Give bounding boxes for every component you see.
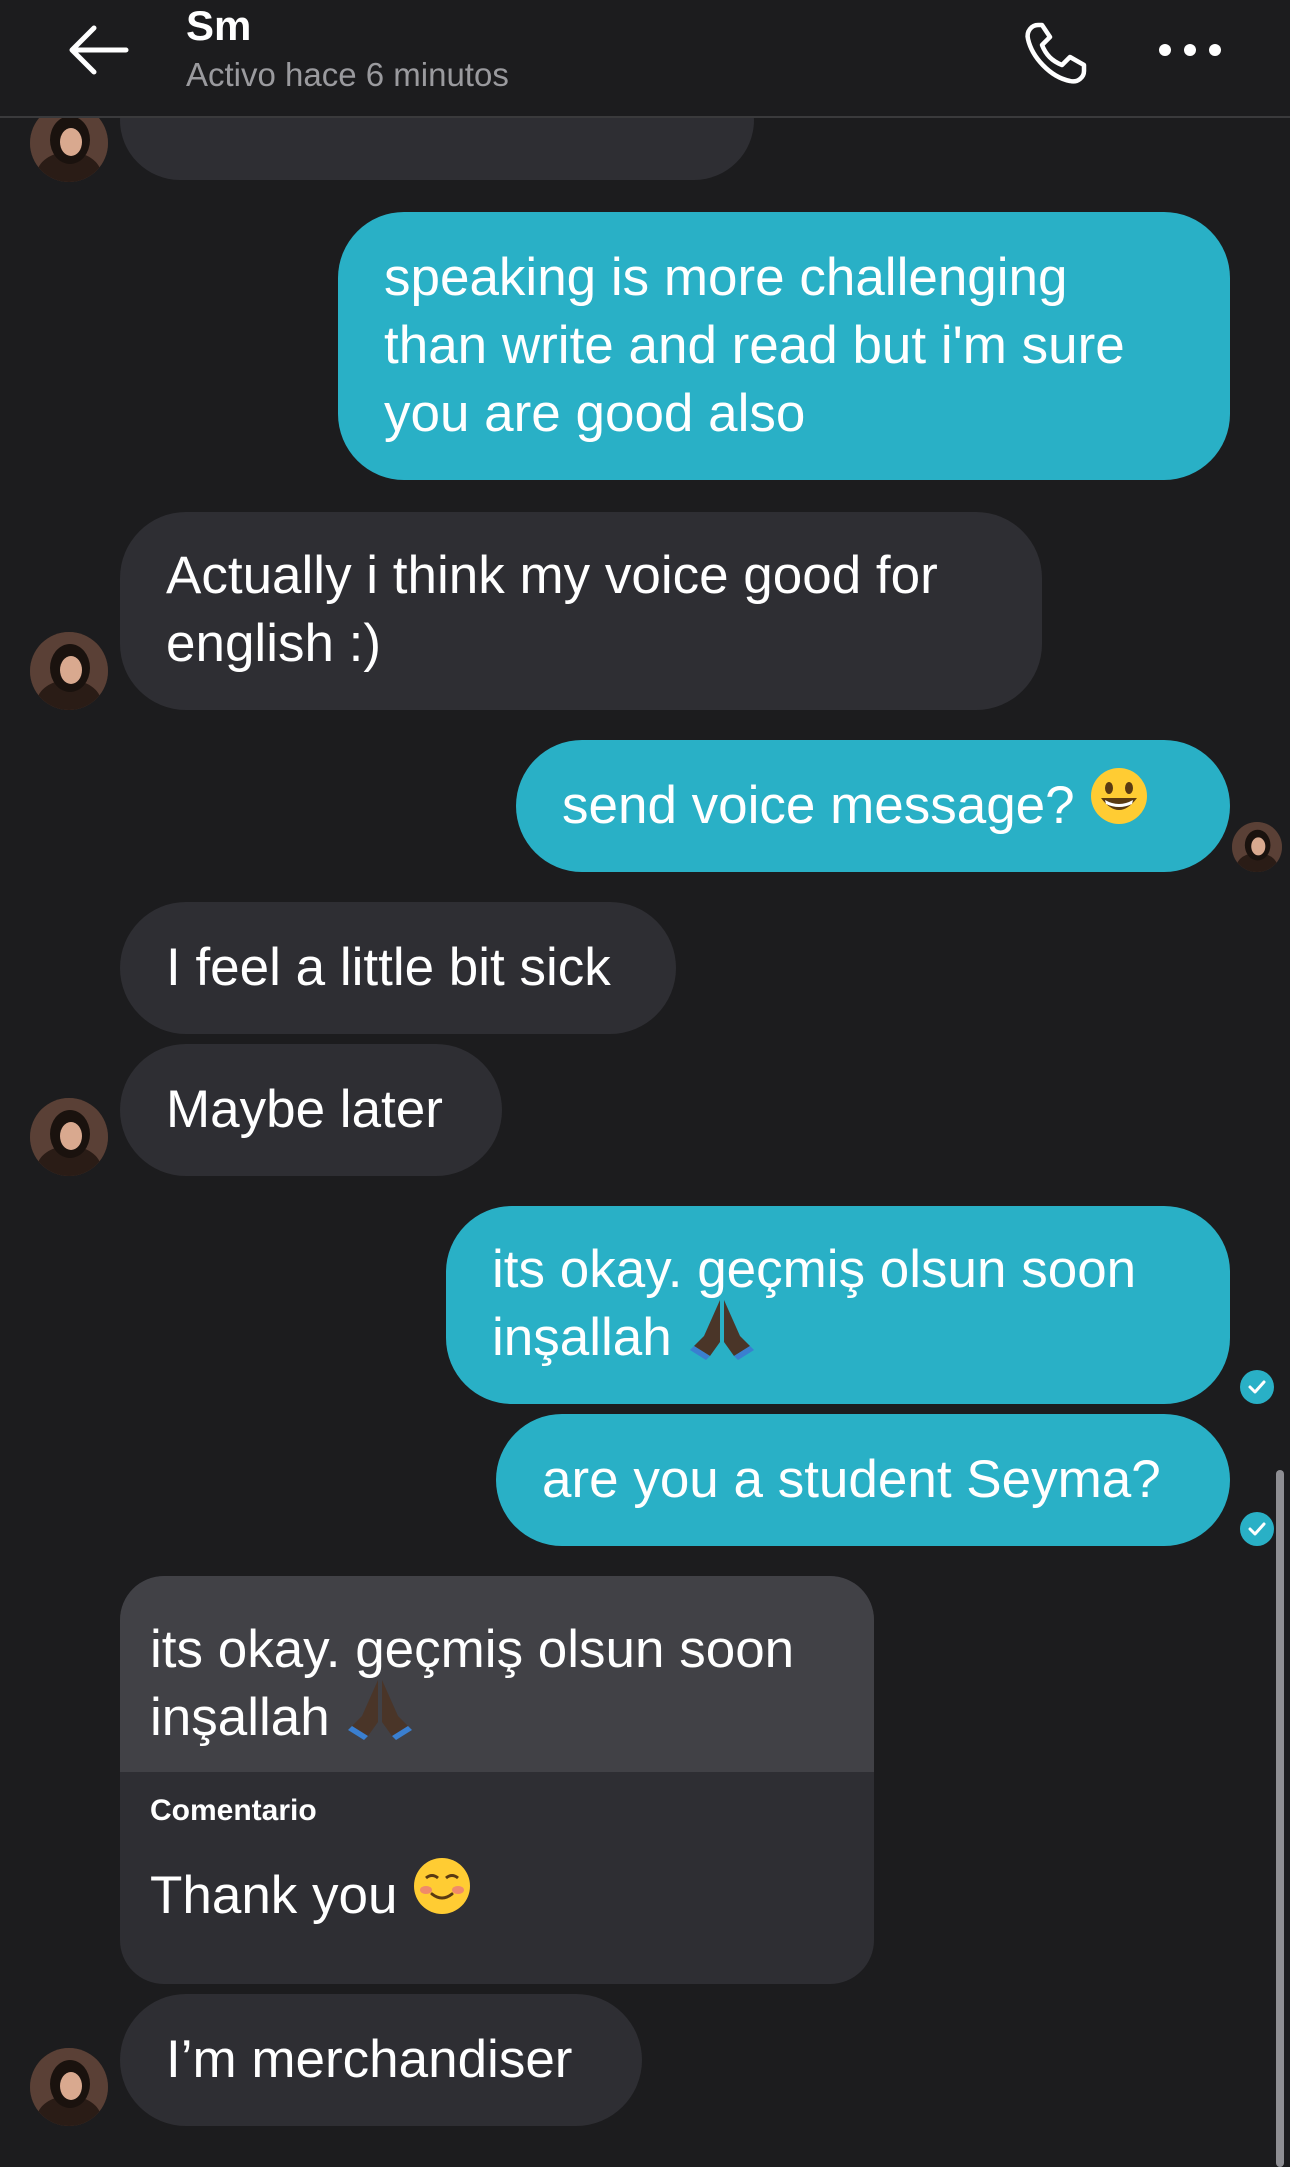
message-bubble-incoming[interactable]: I feel a little bit sick	[120, 902, 676, 1034]
message-bubble-outgoing[interactable]: its okay. geçmiş olsun soon inşallah	[446, 1206, 1230, 1404]
message-line: inşallah	[492, 1299, 1184, 1377]
call-button[interactable]	[1010, 14, 1100, 94]
message-text: are you a student Seyma?	[542, 1450, 1161, 1509]
arrow-left-icon	[69, 25, 129, 75]
folded-hands-icon	[686, 1296, 758, 1377]
message-line: than write and read but i'm sure	[384, 316, 1125, 375]
read-receipt-avatar	[1232, 822, 1282, 872]
smiling-face-icon	[412, 1856, 472, 1933]
message-bubble-outgoing[interactable]: speaking is more challenging than write …	[338, 212, 1230, 480]
avatar[interactable]	[30, 2048, 108, 2126]
check-circle-icon	[1240, 1370, 1274, 1404]
message-line: Actually i think my voice good for	[166, 546, 938, 605]
message-line-text: inşallah	[492, 1308, 672, 1367]
more-horizontal-icon	[1159, 44, 1221, 56]
phone-icon	[1025, 22, 1087, 84]
comment-text: Thank you	[150, 1866, 398, 1925]
contact-status: Activo hace 6 minutos	[186, 56, 509, 93]
reply-message-card[interactable]: its okay. geçmiş olsun soon inşallah Com…	[120, 1576, 874, 1984]
message-line: speaking is more challenging	[384, 248, 1068, 307]
comment-text-row: Thank you	[150, 1857, 472, 1933]
quoted-message[interactable]: its okay. geçmiş olsun soon inşallah	[120, 1576, 874, 1772]
message-text: I feel a little bit sick	[166, 938, 611, 997]
message-line: english :)	[166, 614, 382, 673]
folded-hands-icon	[344, 1676, 416, 1757]
quoted-line-text: inşallah	[150, 1688, 330, 1747]
message-bubble-outgoing[interactable]: send voice message?	[516, 740, 1230, 872]
more-options-button[interactable]	[1150, 20, 1230, 80]
message-bubble-outgoing[interactable]: are you a student Seyma?	[496, 1414, 1230, 1546]
scrollbar[interactable]	[1276, 1470, 1284, 2167]
message-bubble-incoming[interactable]: Actually i think my voice good for engli…	[120, 512, 1042, 710]
message-text: Maybe later	[166, 1080, 443, 1139]
avatar[interactable]	[30, 632, 108, 710]
quoted-line: its okay. geçmiş olsun soon	[150, 1620, 795, 1679]
check-circle-icon	[1240, 1512, 1274, 1546]
message-bubble-incoming[interactable]: Maybe later	[120, 1044, 502, 1176]
back-button[interactable]	[60, 16, 136, 84]
message-bubble-incoming[interactable]: I’m merchandiser	[120, 1994, 642, 2126]
contact-name[interactable]: Sm	[186, 2, 251, 50]
message-text: send voice message?	[562, 776, 1075, 835]
comment-label: Comentario	[150, 1794, 317, 1827]
message-text: I’m merchandiser	[166, 2030, 573, 2089]
message-line: you are good also	[384, 384, 806, 443]
chat-header: Sm Activo hace 6 minutos	[0, 0, 1290, 118]
avatar[interactable]	[30, 1098, 108, 1176]
grinning-face-icon	[1089, 766, 1149, 843]
quoted-line: inşallah	[150, 1679, 844, 1757]
message-line: its okay. geçmiş olsun soon	[492, 1240, 1137, 1299]
